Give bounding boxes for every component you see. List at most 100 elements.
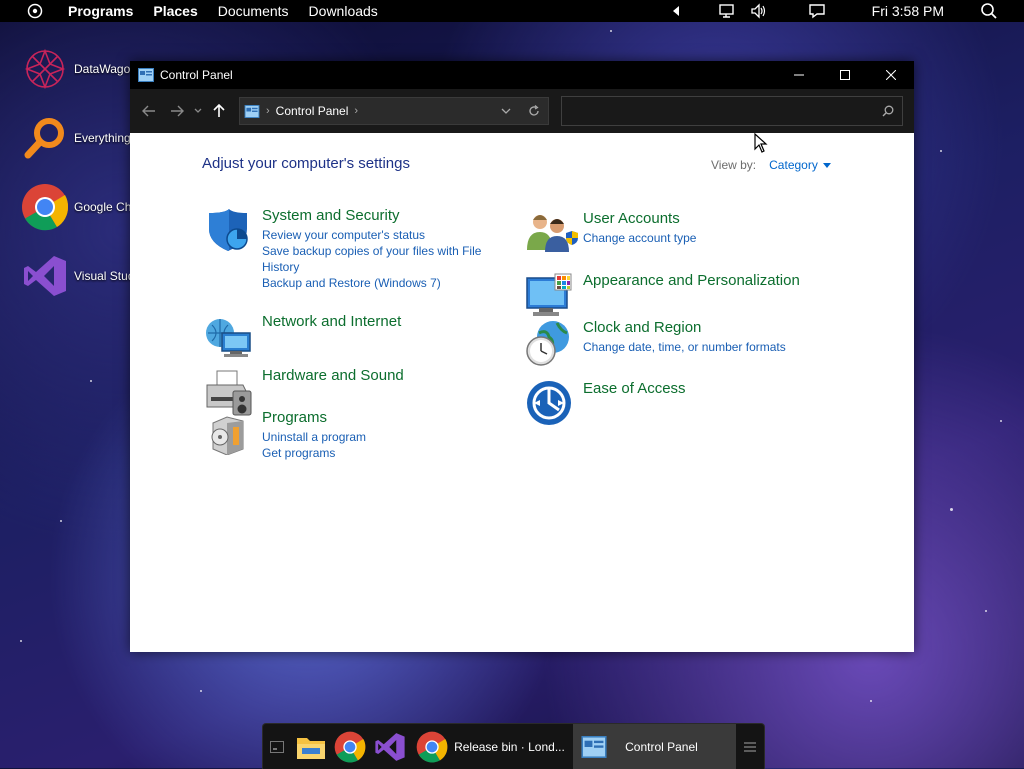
category-link-label[interactable]: Change account type	[583, 230, 696, 246]
taskbar-task-chrome[interactable]: Release bin · Lond...	[410, 724, 573, 769]
chevron-down-icon	[194, 108, 202, 113]
taskbar-visual-studio[interactable]	[370, 724, 410, 769]
category-title[interactable]: Hardware and Sound	[262, 367, 404, 384]
menu-places[interactable]: Places	[143, 0, 207, 22]
control-panel-icon	[138, 68, 154, 82]
recent-locations-button[interactable]	[191, 97, 205, 125]
close-button[interactable]	[868, 61, 914, 89]
page-heading: Adjust your computer's settings	[202, 155, 410, 172]
folder-icon	[296, 737, 325, 759]
ease-of-access-icon	[527, 381, 571, 425]
forward-button[interactable]	[163, 97, 191, 125]
circle-dot-icon	[27, 3, 43, 19]
breadcrumb-separator: ›	[266, 105, 270, 117]
appearance-monitor-icon	[526, 273, 572, 316]
category-link[interactable]: Backup and Restore (Windows 7)	[262, 275, 492, 291]
uac-shield-icon	[566, 231, 578, 245]
category-title[interactable]: Clock and Region	[583, 319, 786, 336]
taskbar: Release bin · Lond... Control Panel	[262, 723, 765, 769]
back-button[interactable]	[135, 97, 163, 125]
window-title: Control Panel	[160, 68, 233, 82]
control-panel-icon	[581, 735, 607, 758]
desktop-icon-label: Visual Stud	[74, 269, 130, 283]
chrome-icon	[335, 731, 366, 763]
address-dropdown-button[interactable]	[492, 97, 520, 125]
category-title[interactable]: Appearance and Personalization	[583, 272, 800, 289]
visual-studio-icon	[24, 256, 66, 296]
window-titlebar[interactable]: Control Panel	[130, 61, 914, 89]
category-title[interactable]: System and Security	[262, 207, 492, 224]
app-menu-button[interactable]	[24, 3, 46, 19]
shield-icon	[209, 209, 248, 251]
category-link[interactable]: Get programs	[262, 445, 366, 461]
search-box[interactable]	[561, 96, 903, 126]
search-input[interactable]	[562, 97, 882, 125]
refresh-button[interactable]	[520, 97, 548, 125]
desktop-icon-label: DataWago	[74, 62, 130, 76]
taskbar-menu-button[interactable]	[736, 724, 764, 769]
category-title[interactable]: Ease of Access	[583, 380, 686, 397]
category-user-accounts: User Accounts Change account type	[523, 210, 696, 262]
address-bar[interactable]: › Control Panel ›	[239, 97, 549, 125]
view-by-label: View by:	[711, 158, 757, 172]
category-system-security: System and Security Review your computer…	[202, 207, 492, 291]
search-icon[interactable]	[882, 105, 894, 117]
control-panel-icon	[244, 104, 260, 118]
datawago-icon	[24, 48, 66, 90]
category-title[interactable]: User Accounts	[583, 210, 696, 227]
category-link[interactable]: Review your computer's status	[262, 227, 492, 243]
caret-down-icon[interactable]	[822, 162, 831, 168]
taskbar-chrome[interactable]	[331, 724, 371, 769]
control-panel-window: Control Panel › Control Panel › Adjust y…	[130, 61, 914, 652]
menu-programs[interactable]: Programs	[58, 0, 143, 22]
hamburger-icon	[744, 741, 757, 752]
arrow-right-icon	[171, 105, 184, 117]
desktop-icon-google-chrome[interactable]: Google Ch	[20, 181, 140, 233]
arrow-left-icon	[142, 105, 155, 117]
category-link[interactable]: Change date, time, or number formats	[583, 339, 786, 355]
chrome-icon	[416, 731, 448, 763]
category-clock-region: Clock and Region Change date, time, or n…	[523, 319, 786, 371]
category-link[interactable]: Change account type	[566, 230, 696, 246]
minimize-icon	[794, 74, 804, 76]
chrome-icon	[22, 184, 69, 231]
category-title[interactable]: Network and Internet	[262, 313, 401, 330]
desktop-icon-label: Google Ch	[74, 200, 130, 214]
category-appearance: Appearance and Personalization	[523, 272, 800, 324]
desktop-icon-visual-studio[interactable]: Visual Stud	[20, 250, 140, 302]
view-by-dropdown[interactable]: Category	[769, 158, 818, 172]
view-by: View by: Category	[711, 158, 831, 172]
close-icon	[886, 70, 896, 80]
show-desktop-icon	[269, 740, 284, 753]
taskbar-file-explorer[interactable]	[291, 724, 331, 769]
magnifier-icon[interactable]	[980, 2, 998, 20]
clock-globe-icon	[526, 321, 569, 366]
show-desktop-button[interactable]	[263, 724, 291, 769]
chevron-down-icon	[501, 108, 511, 114]
taskbar-task-label: Release bin · Lond...	[454, 739, 565, 754]
taskbar-task-control-panel[interactable]: Control Panel	[573, 724, 737, 769]
menu-documents[interactable]: Documents	[208, 0, 299, 22]
maximize-button[interactable]	[822, 61, 868, 89]
mouse-cursor-icon	[754, 133, 768, 153]
desktop-icon-everything[interactable]: Everything	[20, 112, 140, 164]
breadcrumb-separator[interactable]: ›	[354, 105, 358, 117]
up-button[interactable]	[205, 97, 233, 125]
monitor-network-icon[interactable]	[718, 3, 736, 19]
top-panel: Programs Places Documents Downloads Fri …	[0, 0, 1024, 22]
category-link[interactable]: Save backup copies of your files with Fi…	[262, 243, 492, 275]
menu-downloads[interactable]: Downloads	[299, 0, 388, 22]
taskbar-task-label: Control Panel	[625, 739, 698, 754]
desktop-icon-label: Everything	[74, 131, 130, 145]
desktop-icon-datawago[interactable]: DataWago	[20, 43, 140, 95]
category-title[interactable]: Programs	[262, 409, 366, 426]
everything-icon	[24, 118, 64, 159]
minimize-button[interactable]	[776, 61, 822, 89]
speech-bubble-icon[interactable]	[808, 3, 826, 19]
speaker-icon[interactable]	[750, 3, 768, 19]
breadcrumb-control-panel[interactable]: Control Panel	[276, 104, 349, 118]
clock[interactable]: Fri 3:58 PM	[872, 3, 944, 19]
collapse-left-icon[interactable]	[672, 6, 680, 16]
refresh-icon	[529, 105, 539, 116]
category-link[interactable]: Uninstall a program	[262, 429, 366, 445]
